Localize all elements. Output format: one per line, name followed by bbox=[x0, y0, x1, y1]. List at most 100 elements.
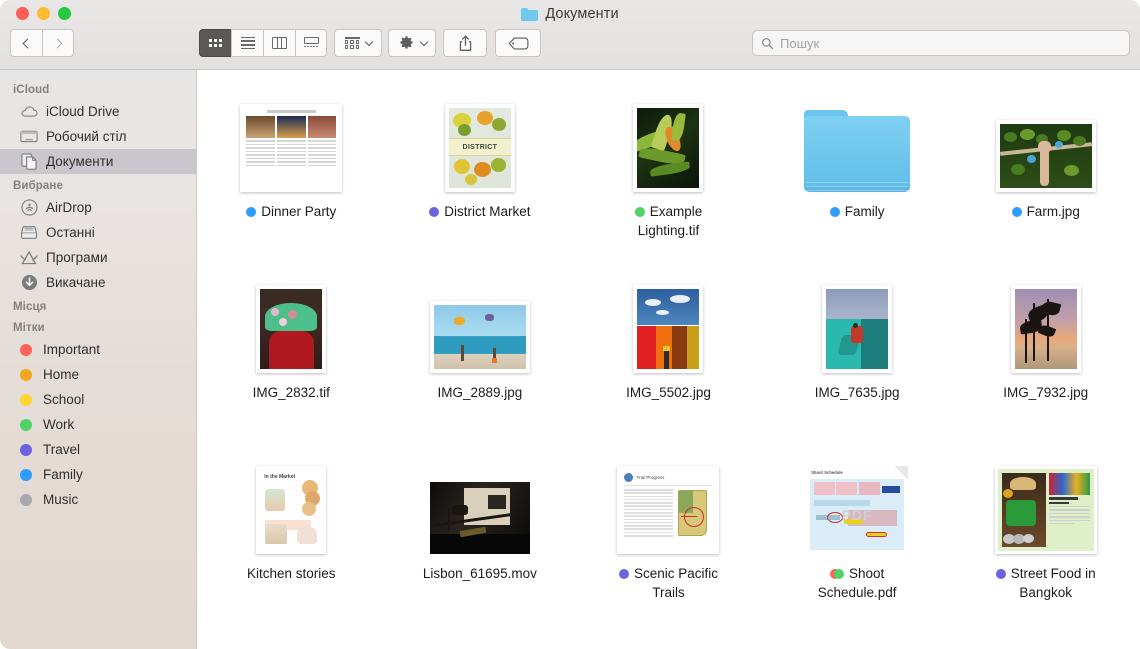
sidebar-item-документи[interactable]: Документи bbox=[0, 149, 196, 174]
file-item[interactable]: Street Food inBangkok bbox=[951, 450, 1140, 629]
file-label[interactable]: IMG_5502.jpg bbox=[574, 383, 763, 402]
file-label[interactable]: ShootSchedule.pdf bbox=[763, 564, 952, 602]
zoom-button[interactable] bbox=[58, 7, 71, 20]
file-thumbnail[interactable] bbox=[386, 269, 575, 373]
sidebar-item-important[interactable]: Important bbox=[0, 337, 196, 362]
file-item[interactable]: Dinner Party bbox=[197, 88, 386, 267]
file-item[interactable]: Farm.jpg bbox=[951, 88, 1140, 267]
list-view-button[interactable] bbox=[231, 29, 263, 57]
file-thumbnail[interactable] bbox=[951, 269, 1140, 373]
back-button[interactable] bbox=[10, 29, 42, 57]
file-label[interactable]: Dinner Party bbox=[197, 202, 386, 221]
sidebar-item-label: Останні bbox=[46, 225, 95, 240]
column-view-button[interactable] bbox=[263, 29, 295, 57]
file-label[interactable]: ExampleLighting.tif bbox=[574, 202, 763, 240]
sidebar-item-school[interactable]: School bbox=[0, 387, 196, 412]
file-item[interactable]: IMG_2889.jpg bbox=[386, 269, 575, 448]
chevron-right-icon bbox=[52, 38, 62, 48]
file-item[interactable]: IMG_7635.jpg bbox=[763, 269, 952, 448]
tag-dot-icon bbox=[20, 344, 32, 356]
file-name-line: Trails bbox=[652, 583, 685, 602]
file-thumbnail[interactable] bbox=[951, 450, 1140, 554]
minimize-button[interactable] bbox=[37, 7, 50, 20]
file-label[interactable]: IMG_7932.jpg bbox=[951, 383, 1140, 402]
search-input[interactable] bbox=[780, 36, 1121, 51]
file-name-line: Farm.jpg bbox=[1012, 202, 1080, 221]
file-thumbnail[interactable] bbox=[197, 269, 386, 373]
file-thumbnail[interactable] bbox=[574, 88, 763, 192]
sidebar-item-airdrop[interactable]: AirDrop bbox=[0, 195, 196, 220]
close-button[interactable] bbox=[16, 7, 29, 20]
tag-dot-icon bbox=[619, 569, 629, 579]
file-thumbnail[interactable]: DISTRICT bbox=[386, 88, 575, 192]
action-menu-button[interactable] bbox=[388, 29, 436, 57]
file-label[interactable]: Scenic PacificTrails bbox=[574, 564, 763, 602]
sidebar-item-home[interactable]: Home bbox=[0, 362, 196, 387]
search-field[interactable] bbox=[752, 30, 1130, 56]
file-item[interactable]: Trail Progress Scenic PacificTra bbox=[574, 450, 763, 629]
sidebar-item-label: iCloud Drive bbox=[46, 104, 120, 119]
file-name-text: IMG_5502.jpg bbox=[626, 383, 711, 402]
forward-button[interactable] bbox=[42, 29, 74, 57]
file-item[interactable]: DISTRICT District Market bbox=[386, 88, 575, 267]
file-item[interactable]: Shoot Schedule PDF ShootSchedule.pdf bbox=[763, 450, 952, 629]
sidebar: iCloudiCloud DriveРобочий стілДокументиВ… bbox=[0, 70, 197, 649]
group-by-icon bbox=[345, 37, 360, 48]
file-item[interactable]: IMG_7932.jpg bbox=[951, 269, 1140, 448]
sidebar-item-icloud-drive[interactable]: iCloud Drive bbox=[0, 99, 196, 124]
file-item[interactable]: IMG_5502.jpg bbox=[574, 269, 763, 448]
sidebar-item-label: Робочий стіл bbox=[46, 129, 127, 144]
file-item[interactable]: IMG_2832.tif bbox=[197, 269, 386, 448]
sidebar-item-викачане[interactable]: Викачане bbox=[0, 270, 196, 295]
chevron-left-icon bbox=[23, 38, 33, 48]
sidebar-item-робочий-стіл[interactable]: Робочий стіл bbox=[0, 124, 196, 149]
file-thumbnail[interactable] bbox=[763, 269, 952, 373]
file-label[interactable]: Kitchen stories bbox=[197, 564, 386, 583]
file-label[interactable]: Lisbon_61695.mov bbox=[386, 564, 575, 583]
file-thumbnail[interactable]: Shoot Schedule PDF bbox=[763, 450, 952, 554]
file-thumbnail[interactable] bbox=[763, 88, 952, 192]
tag-dot-icon bbox=[429, 207, 439, 217]
icon-view-button[interactable] bbox=[199, 29, 231, 57]
file-name-line: IMG_7635.jpg bbox=[815, 383, 900, 402]
file-label[interactable]: District Market bbox=[386, 202, 575, 221]
file-item[interactable]: In the Market Kitchen stories bbox=[197, 450, 386, 629]
file-name-line: Example bbox=[635, 202, 703, 221]
sidebar-item-програми[interactable]: Програми bbox=[0, 245, 196, 270]
file-thumbnail[interactable]: Trail Progress bbox=[574, 450, 763, 554]
tag-button[interactable] bbox=[495, 29, 541, 57]
desktop-icon bbox=[20, 129, 38, 145]
sidebar-item-label: Work bbox=[43, 417, 74, 432]
gallery-view-button[interactable] bbox=[295, 29, 327, 57]
file-label[interactable]: Family bbox=[763, 202, 952, 221]
window-title-text: Документи bbox=[545, 6, 618, 22]
file-thumbnail[interactable] bbox=[951, 88, 1140, 192]
file-name-text: IMG_2832.tif bbox=[253, 383, 330, 402]
file-thumbnail[interactable] bbox=[197, 88, 386, 192]
sidebar-item-work[interactable]: Work bbox=[0, 412, 196, 437]
file-item[interactable]: Lisbon_61695.mov bbox=[386, 450, 575, 629]
file-label[interactable]: IMG_2889.jpg bbox=[386, 383, 575, 402]
sidebar-item-family[interactable]: Family bbox=[0, 462, 196, 487]
file-item[interactable]: ExampleLighting.tif bbox=[574, 88, 763, 267]
file-preview: Trail Progress bbox=[617, 466, 719, 554]
sidebar-item-travel[interactable]: Travel bbox=[0, 437, 196, 462]
file-label[interactable]: IMG_7635.jpg bbox=[763, 383, 952, 402]
arrange-button[interactable] bbox=[334, 29, 382, 57]
sidebar-item-label: Travel bbox=[43, 442, 80, 457]
file-thumbnail[interactable] bbox=[386, 450, 575, 554]
sidebar-item-останні[interactable]: Останні bbox=[0, 220, 196, 245]
file-browser-content[interactable]: Dinner Party DISTRICT District Market Ex… bbox=[197, 70, 1140, 649]
tag-dot-icon bbox=[20, 369, 32, 381]
file-label[interactable]: IMG_2832.tif bbox=[197, 383, 386, 402]
sidebar-item-music[interactable]: Music bbox=[0, 487, 196, 512]
file-item[interactable]: Family bbox=[763, 88, 952, 267]
file-name-text: Lighting.tif bbox=[638, 221, 700, 240]
file-label[interactable]: Farm.jpg bbox=[951, 202, 1140, 221]
file-thumbnail[interactable] bbox=[574, 269, 763, 373]
file-name-text: Example bbox=[650, 202, 703, 221]
file-name-line: IMG_2889.jpg bbox=[437, 383, 522, 402]
file-label[interactable]: Street Food inBangkok bbox=[951, 564, 1140, 602]
file-thumbnail[interactable]: In the Market bbox=[197, 450, 386, 554]
share-button[interactable] bbox=[443, 29, 487, 57]
